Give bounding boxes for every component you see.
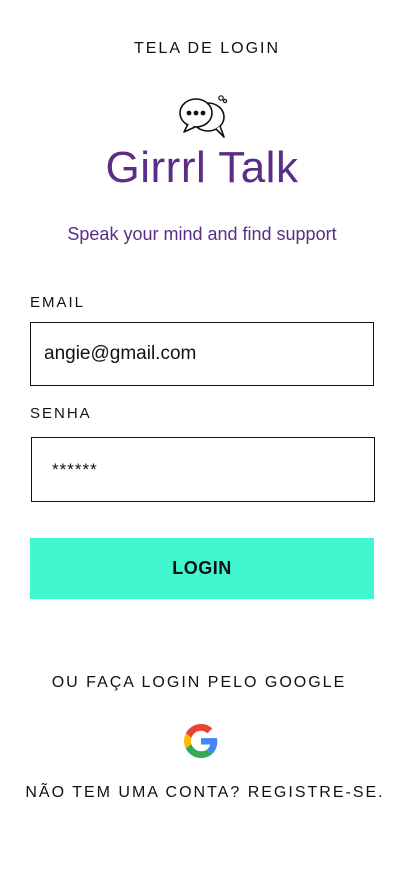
- email-field[interactable]: angie@gmail.com: [30, 322, 374, 386]
- password-value: ******: [52, 459, 98, 479]
- google-g-icon[interactable]: [184, 724, 218, 758]
- register-link[interactable]: NÃO TEM UMA CONTA? REGISTRE-SE.: [0, 784, 410, 802]
- login-button[interactable]: LOGIN: [30, 538, 374, 599]
- password-field[interactable]: ******: [31, 437, 375, 502]
- screen-title: TELA DE LOGIN: [133, 40, 281, 57]
- chat-bubbles-icon: [176, 92, 232, 140]
- app-tagline: Speak your mind and find support: [67, 224, 337, 244]
- app-name: Girrrl Talk: [105, 143, 299, 192]
- password-label: SENHA: [30, 405, 92, 422]
- email-value: angie@gmail.com: [44, 343, 197, 364]
- email-label: EMAIL: [30, 294, 86, 311]
- google-login-hint: OU FAÇA LOGIN PELO GOOGLE: [51, 674, 347, 691]
